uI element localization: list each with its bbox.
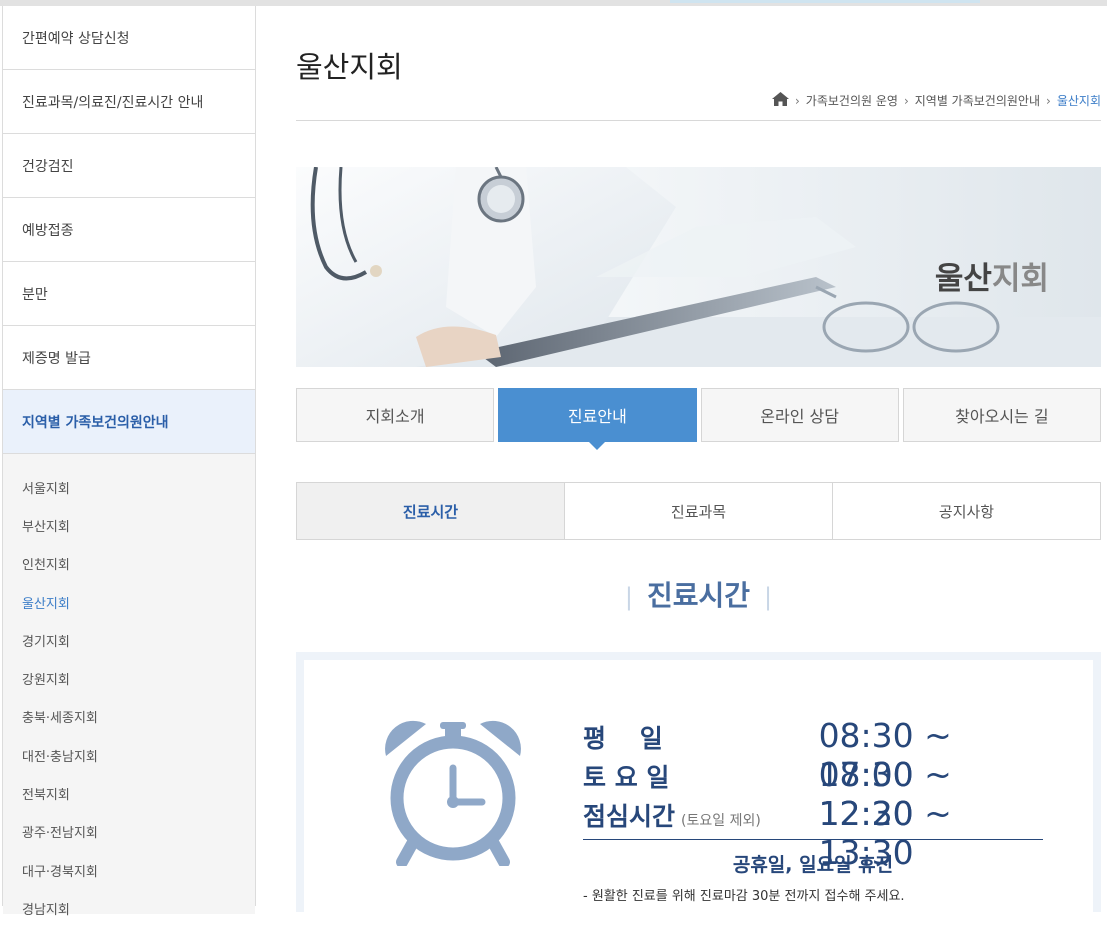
home-icon[interactable] — [771, 92, 789, 109]
alarm-clock-icon — [378, 716, 528, 870]
breadcrumb-current[interactable]: 울산지회 — [1057, 92, 1101, 109]
breadcrumb-item[interactable]: 지역별 가족보건의원안내 — [915, 92, 1040, 109]
breadcrumb: › 가족보건의원 운영 › 지역별 가족보건의원안내 › 울산지회 — [771, 92, 1101, 109]
tab-online-consult[interactable]: 온라인 상담 — [700, 388, 899, 442]
submenu-item-daegu-gyeongbuk[interactable]: 대구·경북지회 — [3, 851, 255, 889]
submenu-item-seoul[interactable]: 서울지회 — [3, 468, 255, 506]
main-tabs: 지회소개 진료안내 온라인 상담 찾아오시는 길 — [296, 388, 1101, 450]
sidebar-submenu: 서울지회 부산지회 인천지회 울산지회 경기지회 강원지회 충북·세종지회 대전… — [3, 454, 255, 918]
page-title: 울산지회 — [296, 50, 403, 84]
submenu-item-chungbuk-sejong[interactable]: 충북·세종지회 — [3, 698, 255, 736]
sidebar-item-regional-clinics[interactable]: 지역별 가족보건의원안내 — [3, 390, 255, 454]
tab-treatment-guide[interactable]: 진료안내 — [498, 388, 697, 450]
submenu-item-gwangju-jeonnam[interactable]: 광주·전남지회 — [3, 813, 255, 851]
submenu-item-daejeon-chungnam[interactable]: 대전·충남지회 — [3, 736, 255, 774]
banner-image: 울산지회 — [296, 167, 1101, 367]
sidebar-item-certificates[interactable]: 제증명 발급 — [3, 326, 255, 390]
tab-directions[interactable]: 찾아오시는 길 — [902, 388, 1101, 442]
submenu-item-ulsan[interactable]: 울산지회 — [3, 583, 255, 621]
subtab-hours[interactable]: 진료시간 — [297, 483, 565, 539]
submenu-item-incheon[interactable]: 인천지회 — [3, 545, 255, 583]
hours-row-weekday: 평 일 08:30 ~ 17:00 — [583, 716, 952, 794]
hours-row-lunch: 점심시간 (토요일 제외) 12:30 ~ 13:30 — [583, 794, 952, 872]
hours-panel: 평 일 08:30 ~ 17:00 토 요 일 08:30 ~ 12:20 점심… — [296, 652, 1101, 912]
reception-notice: - 원활한 진료를 위해 진료마감 30분 전까지 접수해 주세요. — [583, 889, 905, 904]
sub-tabs: 진료시간 진료과목 공지사항 — [296, 482, 1101, 540]
chevron-right-icon: › — [1046, 93, 1051, 108]
sidebar-item-health-checkup[interactable]: 건강검진 — [3, 134, 255, 198]
breadcrumb-item[interactable]: 가족보건의원 운영 — [806, 92, 898, 109]
subtab-departments[interactable]: 진료과목 — [565, 483, 833, 539]
submenu-item-gyeongnam[interactable]: 경남지회 — [3, 889, 255, 927]
tab-branch-intro[interactable]: 지회소개 — [296, 388, 495, 442]
sidebar: 간편예약 상담신청 진료과목/의료진/진료시간 안내 건강검진 예방접종 분만 … — [2, 6, 256, 918]
hours-table: 평 일 08:30 ~ 17:00 토 요 일 08:30 ~ 12:20 점심… — [583, 716, 1053, 904]
main-content: 울산지회 › 가족보건의원 운영 › 지역별 가족보건의원안내 › 울산지회 울… — [296, 6, 1107, 912]
sidebar-item-vaccination[interactable]: 예방접종 — [3, 198, 255, 262]
subtab-notices[interactable]: 공지사항 — [833, 483, 1100, 539]
sidebar-item-quick-reservation[interactable]: 간편예약 상담신청 — [3, 6, 255, 70]
sidebar-item-departments[interactable]: 진료과목/의료진/진료시간 안내 — [3, 70, 255, 134]
hours-row-saturday: 토 요 일 08:30 ~ 12:20 — [583, 755, 952, 833]
submenu-item-gangwon[interactable]: 강원지회 — [3, 659, 255, 697]
chevron-right-icon: › — [794, 93, 800, 108]
chevron-right-icon: › — [903, 93, 909, 108]
title-divider — [296, 120, 1101, 121]
banner-title: 울산지회 — [934, 261, 1049, 297]
section-title: | 진료시간 | — [624, 579, 773, 612]
sidebar-item-delivery[interactable]: 분만 — [3, 262, 255, 326]
submenu-item-busan[interactable]: 부산지회 — [3, 506, 255, 544]
submenu-item-gyeonggi[interactable]: 경기지회 — [3, 621, 255, 659]
submenu-item-jeonbuk[interactable]: 전북지회 — [3, 774, 255, 812]
